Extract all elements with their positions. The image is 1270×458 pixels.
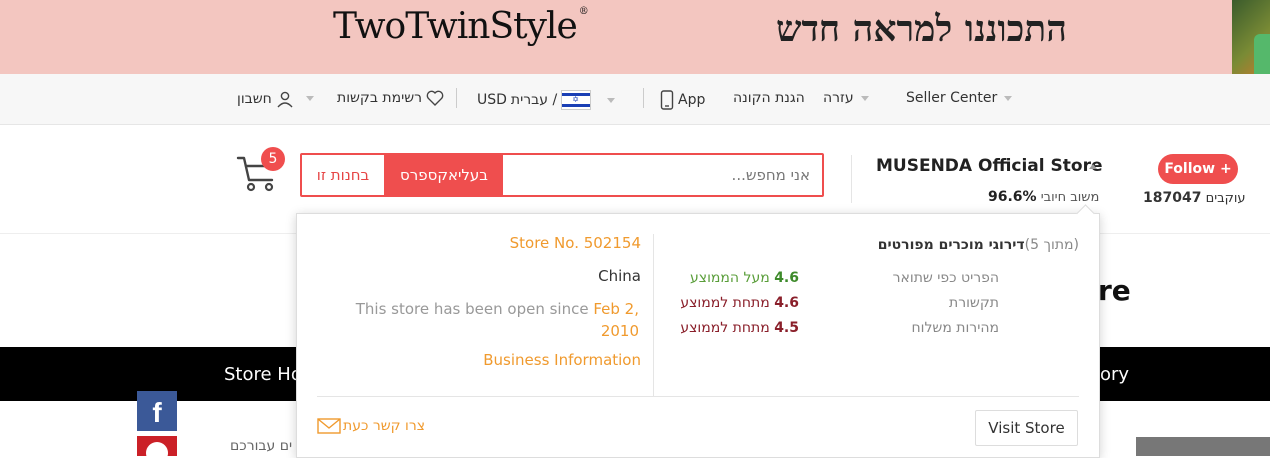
store-open-since: This store has been open since Feb 2, 20…	[337, 298, 639, 342]
user-icon	[277, 91, 293, 108]
divider	[653, 234, 654, 396]
feedback-value: 96.6%	[988, 189, 1037, 205]
rating-value-shipping: 4.5 מתחת לממוצע	[680, 320, 799, 336]
rating-label-communication: תקשורת	[949, 295, 999, 311]
wishlist-label: רשימת בקשות	[337, 90, 423, 106]
business-information-link[interactable]: Business Information	[483, 351, 641, 369]
ratings-title-text: דירוגי מוכרים מפורטים	[877, 237, 1025, 253]
heart-icon	[426, 90, 444, 106]
visit-store-button[interactable]: Visit Store	[975, 410, 1078, 446]
positive-feedback: משוב חיובי 96.6%	[988, 189, 1099, 205]
language-currency-selector[interactable]: USD עברית / ✡	[477, 90, 618, 110]
pinterest-icon[interactable]	[137, 436, 177, 456]
chevron-down-icon	[607, 97, 616, 103]
rating-value-communication: 4.6 מתחת לממוצע	[680, 295, 799, 311]
followers-number: 187047	[1143, 190, 1202, 206]
language-label: עברית /	[510, 92, 558, 108]
divider	[643, 88, 644, 108]
account-label: חשבון	[237, 91, 272, 107]
followers-count: 187047 עוקבים	[1143, 190, 1246, 206]
help-label: עזרה	[823, 90, 854, 106]
app-link[interactable]: App	[660, 90, 705, 110]
chevron-down-icon	[1004, 95, 1013, 101]
search-in-store-button[interactable]: בחנות זו	[302, 155, 385, 195]
banner-promo-text: התכוננו למראה חדש	[776, 8, 1067, 50]
buyer-protection-link[interactable]: הגנת הקונה	[733, 90, 805, 106]
help-menu[interactable]: עזרה	[823, 90, 872, 106]
seller-center-menu[interactable]: Seller Center	[906, 90, 1015, 106]
phone-icon	[660, 90, 674, 110]
divider	[317, 396, 1079, 397]
buyer-protection-label: הגנת הקונה	[733, 90, 805, 106]
nav-store-home[interactable]: Store Ho	[224, 364, 302, 385]
open-since-date: Feb 2, 2010	[593, 300, 639, 340]
chevron-up-icon[interactable]	[1089, 164, 1097, 169]
open-since-label: This store has been open since	[355, 300, 589, 318]
contact-now-label: צרו קשר כעת	[343, 418, 426, 434]
envelope-icon	[317, 418, 341, 434]
feedback-label: משוב חיובי	[1040, 190, 1100, 205]
search-input[interactable]	[503, 155, 822, 195]
store-number: Store No. 502154	[509, 234, 641, 252]
currency-label: USD	[477, 92, 507, 108]
store-name[interactable]: MUSENDA Official Store	[876, 156, 1103, 176]
search-bar: בחנות זו בעליאקספרס	[300, 153, 824, 197]
app-label: App	[678, 92, 706, 108]
contact-now-link[interactable]: צרו קשר כעת	[317, 417, 425, 435]
cart-count-badge: 5	[261, 147, 285, 171]
sidebar-text-fragment: ים עבורכם	[230, 438, 293, 454]
follow-button[interactable]: Follow +	[1158, 154, 1238, 184]
divider	[851, 155, 852, 203]
ratings-scale: (מתוך 5)	[1024, 237, 1079, 253]
rating-label-shipping: מהירות משלוח	[911, 320, 1000, 336]
rating-label-described: הפריט כפי שתואר	[892, 270, 999, 286]
seller-center-label: Seller Center	[906, 90, 998, 106]
product-image-placeholder	[1136, 437, 1270, 456]
chevron-down-icon	[860, 95, 869, 101]
divider	[456, 88, 457, 108]
popup-arrow	[1076, 204, 1095, 223]
store-country: China	[598, 267, 641, 285]
store-title-fragment: re	[1098, 274, 1131, 307]
seller-ratings-title: (מתוך 5)דירוגי מוכרים מפורטים	[817, 237, 1079, 253]
chevron-down-icon	[306, 95, 314, 101]
store-info-popup: (מתוך 5)דירוגי מוכרים מפורטים הפריט כפי …	[296, 204, 1100, 458]
search-all-button[interactable]: בעליאקספרס	[385, 155, 503, 195]
top-navigation-bar: Seller Center עזרה הגנת הקונה App USD עב…	[0, 74, 1270, 125]
brand-logo: TwoTwinStyle ®	[333, 6, 589, 47]
nav-category[interactable]: ory	[1100, 364, 1129, 385]
facebook-icon[interactable]: f	[137, 391, 177, 431]
account-link[interactable]: חשבון	[237, 90, 294, 108]
rating-value-described: 4.6 מעל הממוצע	[690, 270, 799, 286]
followers-label: עוקבים	[1205, 191, 1246, 206]
wishlist-link[interactable]: רשימת בקשות	[303, 90, 444, 106]
israel-flag-icon: ✡	[561, 90, 592, 110]
promo-banner[interactable]: TwoTwinStyle ® התכוננו למראה חדש	[0, 0, 1270, 74]
